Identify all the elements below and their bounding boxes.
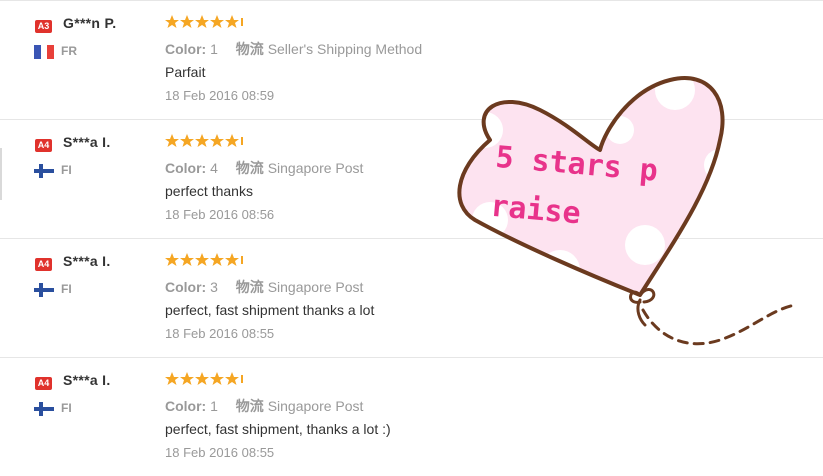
- review-date: 18 Feb 2016 08:59: [165, 88, 275, 103]
- shipping-label: 物流: [235, 398, 264, 414]
- shipping-method: Seller's Shipping Method: [267, 41, 423, 57]
- shipping-label: 物流: [235, 41, 264, 57]
- buyer-name[interactable]: S***a I.: [63, 372, 111, 388]
- heart-balloon-sticker: 5 stars p raise: [457, 76, 797, 346]
- buyer-level-badge: A4: [35, 377, 52, 390]
- star-icon: [195, 372, 209, 385]
- shipping-method: Singapore Post: [267, 160, 364, 176]
- country-code: FI: [61, 163, 72, 177]
- star-icon: [225, 253, 239, 266]
- color-label: Color:: [165, 41, 207, 57]
- star-icon: [195, 253, 209, 266]
- shipping-label: 物流: [235, 279, 264, 295]
- balloon-string: [641, 303, 797, 346]
- star-icon: [195, 15, 209, 28]
- buyer-level-badge: A4: [35, 258, 52, 271]
- star-icon: [180, 134, 194, 147]
- color-value: 3: [210, 279, 218, 295]
- star-icon: [165, 134, 179, 147]
- country-code: FI: [61, 401, 72, 415]
- finland-flag-icon: [34, 283, 54, 297]
- star-icon: [180, 15, 194, 28]
- star-icon: [165, 15, 179, 28]
- star-icon: [210, 134, 224, 147]
- order-info: Color: 1 物流 Seller's Shipping Method: [165, 39, 422, 59]
- shipping-method: Singapore Post: [267, 279, 364, 295]
- shipping-label: 物流: [235, 160, 264, 176]
- star-icon: [210, 372, 224, 385]
- buyer-level-badge: A4: [35, 139, 52, 152]
- finland-flag-icon: [34, 402, 54, 416]
- star-icon: [180, 372, 194, 385]
- review-text: perfect, fast shipment thanks a lot: [165, 302, 375, 318]
- star-icon: [180, 253, 194, 266]
- color-label: Color:: [165, 398, 207, 414]
- buyer-name[interactable]: S***a I.: [63, 134, 111, 150]
- review-item: A4 S***a I. FI Color: 1 物流 Singapore Pos…: [0, 357, 823, 476]
- star-icon: [225, 372, 239, 385]
- order-info: Color: 3 物流 Singapore Post: [165, 277, 363, 297]
- country-code: FR: [61, 44, 77, 58]
- review-date: 18 Feb 2016 08:55: [165, 445, 275, 460]
- heart-icon: [459, 78, 723, 295]
- star-icon: [210, 15, 224, 28]
- review-date: 18 Feb 2016 08:56: [165, 207, 275, 222]
- review-text: Parfait: [165, 64, 206, 80]
- color-value: 4: [210, 160, 218, 176]
- star-rating: [165, 253, 243, 266]
- review-text: perfect, fast shipment, thanks a lot :): [165, 421, 391, 437]
- star-icon: [225, 134, 239, 147]
- color-value: 1: [210, 398, 218, 414]
- order-info: Color: 1 物流 Singapore Post: [165, 396, 363, 416]
- color-value: 1: [210, 41, 218, 57]
- buyer-name[interactable]: G***n P.: [63, 15, 117, 31]
- order-info: Color: 4 物流 Singapore Post: [165, 158, 363, 178]
- review-text: perfect thanks: [165, 183, 253, 199]
- star-icon: [165, 253, 179, 266]
- star-icon-group: [165, 15, 243, 28]
- star-rating: [165, 15, 243, 28]
- country-code: FI: [61, 282, 72, 296]
- star-icon: [195, 134, 209, 147]
- finland-flag-icon: [34, 164, 54, 178]
- star-rating: [165, 134, 243, 147]
- buyer-level-badge: A3: [35, 20, 52, 33]
- star-rating: [165, 372, 243, 385]
- color-label: Color:: [165, 160, 207, 176]
- buyer-name[interactable]: S***a I.: [63, 253, 111, 269]
- star-icon: [225, 15, 239, 28]
- color-label: Color:: [165, 279, 207, 295]
- review-date: 18 Feb 2016 08:55: [165, 326, 275, 341]
- star-icon: [165, 372, 179, 385]
- star-icon: [210, 253, 224, 266]
- france-flag-icon: [34, 45, 54, 59]
- shipping-method: Singapore Post: [267, 398, 364, 414]
